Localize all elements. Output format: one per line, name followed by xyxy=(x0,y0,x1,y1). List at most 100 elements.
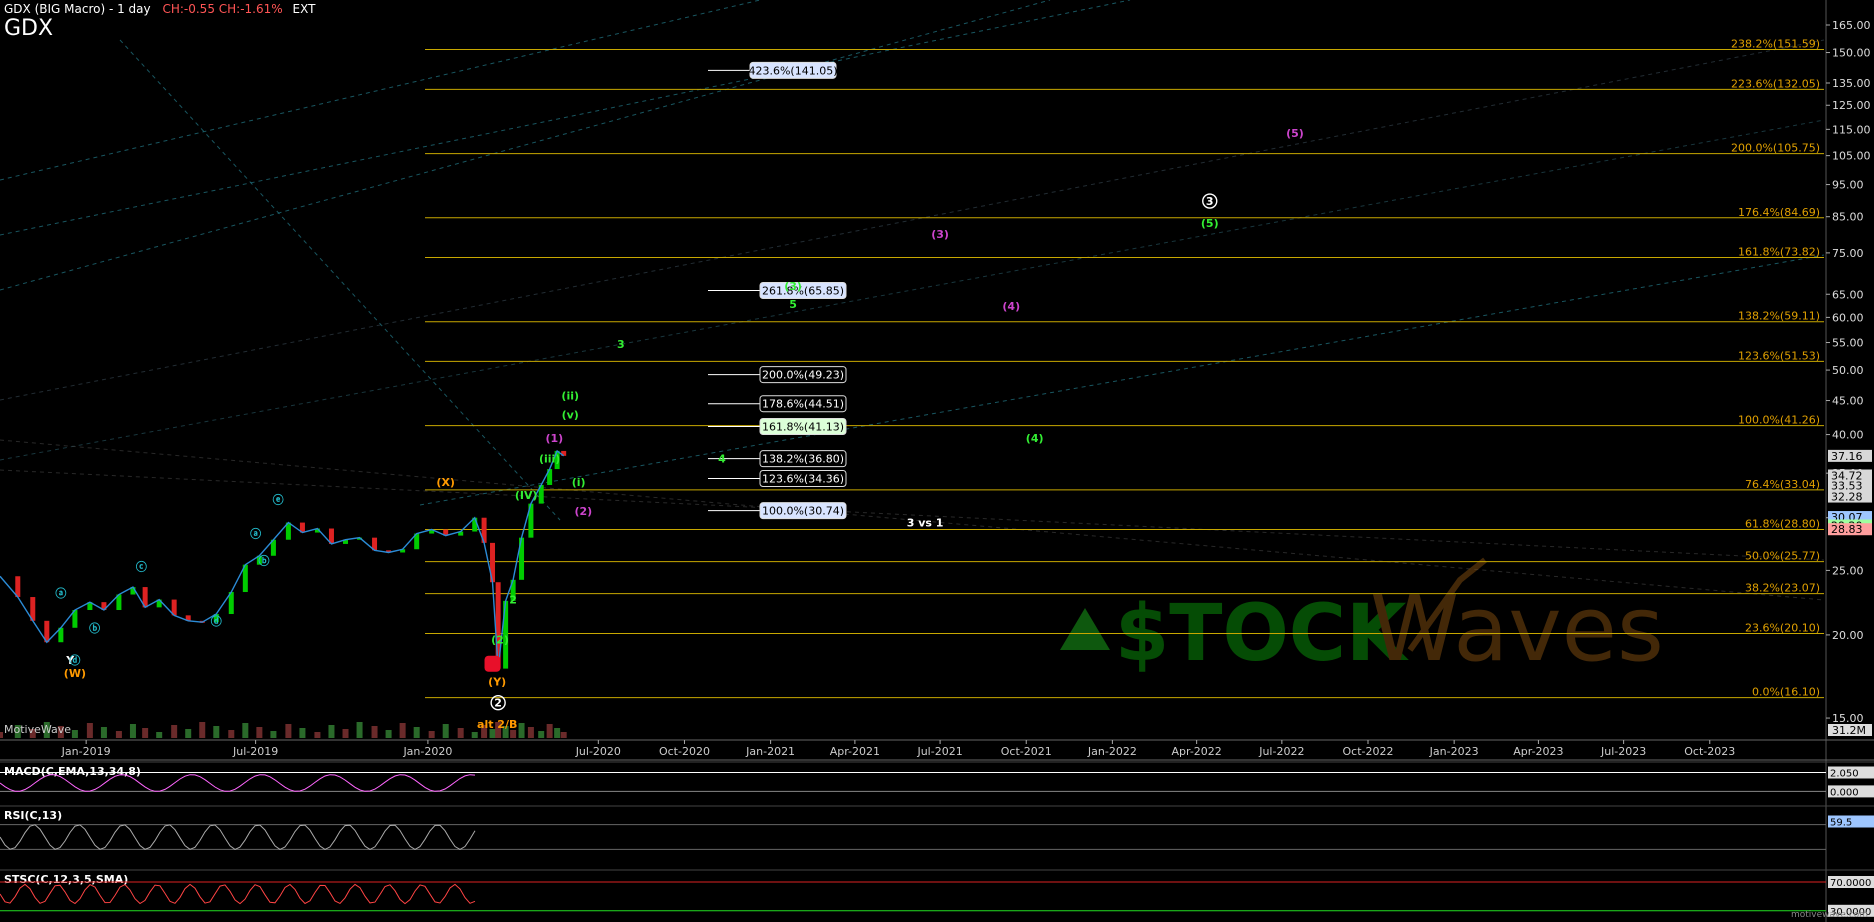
wave-label: ⓒ xyxy=(136,559,147,573)
volume-bar xyxy=(156,732,163,738)
volume-bar xyxy=(86,723,93,738)
volume-bar xyxy=(356,722,363,738)
indicator-tag: 0.000 xyxy=(1830,787,1859,798)
wave-label: (4) xyxy=(1002,300,1020,313)
fib-level-label: 100.0%(41.26) xyxy=(1738,414,1820,427)
indicator-tag: 59.5 xyxy=(1830,818,1852,829)
wave-label: alt 2/B xyxy=(477,718,517,731)
stop-marker xyxy=(484,655,501,672)
volume-bar xyxy=(285,724,292,738)
time-tick-label: Jan-2022 xyxy=(1087,745,1137,758)
wave-label: (v) xyxy=(562,408,579,421)
target-box-label: 261.8%(65.85) xyxy=(762,284,844,297)
time-tick-label: Apr-2022 xyxy=(1172,745,1222,758)
price-tick-label: 105.00 xyxy=(1832,150,1871,163)
wave-label: 5 xyxy=(789,298,797,311)
wave-label: (2) xyxy=(491,634,509,647)
time-tick-label: Jul-2021 xyxy=(916,745,962,758)
price-tick-label: 65.00 xyxy=(1832,288,1864,301)
indicator-name: STSC(C,12,3,5,SMA) xyxy=(4,873,128,886)
volume-bar xyxy=(399,723,406,738)
fib-level-label: 123.6%(51.53) xyxy=(1738,349,1820,362)
time-tick-label: Jul-2022 xyxy=(1258,745,1304,758)
volume-bar xyxy=(471,732,478,738)
volume-label: 31.2M xyxy=(1832,724,1866,737)
time-tick-label: Oct-2022 xyxy=(1343,745,1394,758)
wave-label: (1) xyxy=(545,432,563,445)
wave-label: (X) xyxy=(436,476,455,489)
wave-label: (IV) xyxy=(515,489,538,502)
fib-level-label: 76.4%(33.04) xyxy=(1745,478,1820,491)
volume-bar xyxy=(314,732,321,738)
volume-bar xyxy=(185,729,192,738)
fib-level-label: 238.2%(151.59) xyxy=(1731,38,1820,51)
time-tick-label: Oct-2020 xyxy=(659,745,710,758)
fib-level-label: 176.4%(84.69) xyxy=(1738,206,1820,219)
volume-bar xyxy=(171,725,178,738)
price-tick-label: 95.00 xyxy=(1832,179,1864,192)
volume-bar xyxy=(560,732,567,738)
price-tag: 28.83 xyxy=(1831,523,1863,536)
time-tick-label: Oct-2021 xyxy=(1001,745,1052,758)
volume-bar xyxy=(413,727,420,738)
trend-line xyxy=(0,119,1825,461)
fib-level-label: 138.2%(59.11) xyxy=(1738,310,1820,323)
wave-label: (i) xyxy=(572,476,586,489)
target-box-label: 200.0%(49.23) xyxy=(762,369,844,382)
wave-label: 3 xyxy=(617,338,625,351)
time-tick-label: Jul-2019 xyxy=(232,745,278,758)
volume-bar xyxy=(342,729,349,738)
price-tag: 32.28 xyxy=(1831,491,1863,504)
time-tick-label: Jul-2020 xyxy=(575,745,621,758)
wave-label: (iii) xyxy=(539,453,560,466)
chart-title: GDX (BIG Macro) - 1 day xyxy=(4,2,151,16)
wave-label: ⓑ xyxy=(89,621,100,635)
volume-bar xyxy=(442,724,449,738)
volume-bar xyxy=(129,724,136,738)
wave-label: 4 xyxy=(718,453,726,466)
wave-label: (W) xyxy=(64,667,86,680)
wave-label: (Y) xyxy=(488,675,506,688)
wave-label: 3 xyxy=(1206,195,1214,208)
indicator-name: RSI(C,13) xyxy=(4,809,62,822)
price-tick-label: 150.00 xyxy=(1832,47,1871,60)
volume-bar xyxy=(518,723,525,738)
trend-line xyxy=(0,0,1131,236)
volume-bar xyxy=(546,724,553,738)
time-tick-label: Jan-2023 xyxy=(1429,745,1479,758)
indicator-series xyxy=(0,824,476,850)
wave-label: ⓓ xyxy=(211,614,222,628)
target-box-label: 100.0%(30.74) xyxy=(762,505,844,518)
volume-bar xyxy=(199,722,206,738)
indicator-name: MACD(C,EMA,13,34,8) xyxy=(4,765,141,778)
volume-bar xyxy=(510,730,517,738)
price-tick-label: 75.00 xyxy=(1832,247,1864,260)
volume-bar xyxy=(457,728,464,738)
time-tick-label: Jul-2023 xyxy=(1600,745,1646,758)
change-readout: CH:-0.55 CH:-1.61% xyxy=(162,2,283,16)
fib-level-label: 223.6%(132.05) xyxy=(1731,77,1820,90)
target-box-label: 138.2%(36.80) xyxy=(762,453,844,466)
target-box-label: 178.6%(44.51) xyxy=(762,398,844,411)
volume-bar xyxy=(527,727,534,738)
chart-header: GDX (BIG Macro) - 1 day CH:-0.55 CH:-1.6… xyxy=(4,2,315,16)
watermark-stock: $TOCK xyxy=(1115,589,1409,679)
price-chart[interactable]: $TOCKWaves238.2%(151.59)223.6%(132.05)20… xyxy=(0,0,1874,922)
trend-line xyxy=(119,39,561,521)
price-tick-label: 50.00 xyxy=(1832,364,1864,377)
wave-label: 2 xyxy=(494,697,502,710)
fib-level-label: 50.0%(25.77) xyxy=(1745,550,1820,563)
trend-line xyxy=(0,0,1051,291)
time-tick-label: Jan-2019 xyxy=(61,745,111,758)
price-tick-label: 55.00 xyxy=(1832,337,1864,350)
volume-bar xyxy=(270,731,277,738)
price-tick-label: 85.00 xyxy=(1832,211,1864,224)
price-tick-label: 165.00 xyxy=(1832,19,1871,32)
time-tick-label: Jan-2020 xyxy=(402,745,452,758)
wave-label: (4) xyxy=(1026,432,1044,445)
volume-bar xyxy=(385,730,392,738)
volume-bar xyxy=(538,731,545,738)
indicator-tag: 70.0000 xyxy=(1830,878,1871,889)
volume-bar xyxy=(100,727,107,738)
indicator-series xyxy=(0,883,476,905)
